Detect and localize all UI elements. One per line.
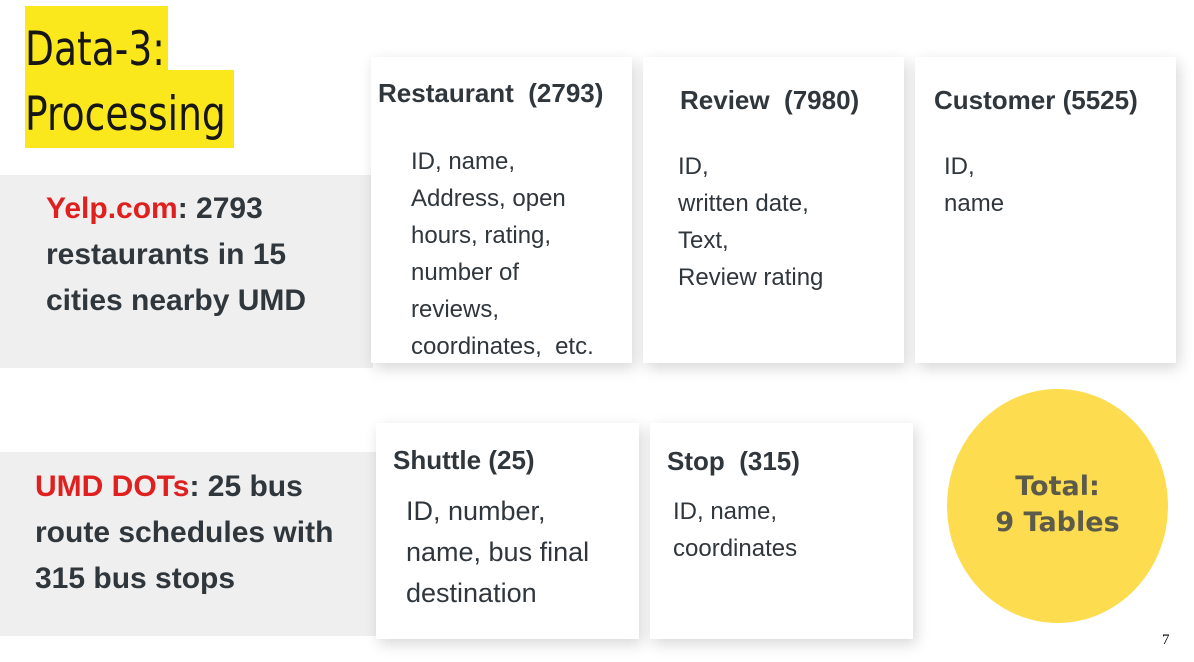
umd-dots-source-line: 315 bus stops	[35, 562, 236, 595]
slide-title-line-1: Data-3:	[25, 22, 165, 77]
field-line: ID,	[944, 153, 975, 180]
customer-table-title: Customer (5525)	[934, 85, 1138, 115]
total-label-line: Total:	[1015, 471, 1100, 502]
field-line: hours, rating,	[411, 222, 552, 249]
field-line: ID,	[678, 153, 709, 180]
yelp-source-line: : 2793	[177, 192, 263, 225]
stop-table-title: Stop (315)	[667, 446, 800, 476]
yelp-source-name: Yelp.com	[46, 192, 178, 225]
review-table-title: Review (7980)	[680, 85, 860, 115]
umd-dots-source-description: UMD DOTs: 25 bus route schedules with 31…	[35, 464, 333, 602]
field-line: coordinates, etc.	[411, 333, 594, 360]
shuttle-table-title: Shuttle (25)	[393, 445, 535, 475]
total-count-line: 9 Tables	[995, 507, 1120, 538]
field-line: destination	[406, 578, 537, 608]
field-line: Address, open	[411, 185, 566, 212]
field-line: reviews,	[411, 296, 500, 323]
field-line: number of	[411, 259, 520, 286]
yelp-source-line: restaurants in 15	[46, 238, 287, 271]
umd-dots-source-line: route schedules with	[35, 516, 334, 549]
slide-title-line-2: Processing	[25, 87, 226, 142]
yelp-source-description: Yelp.com: 2793 restaurants in 15 cities …	[46, 186, 306, 324]
field-line: name, bus final	[406, 537, 590, 567]
stop-table-fields: ID, name, coordinates	[673, 493, 797, 567]
field-line: Text,	[678, 227, 729, 254]
yelp-source-line: cities nearby UMD	[46, 284, 307, 317]
slide-number: 7	[1162, 632, 1170, 648]
total-tables-label: Total: 9 Tables	[947, 469, 1168, 541]
field-line: ID, name,	[673, 498, 778, 525]
field-line: Review rating	[678, 264, 824, 291]
restaurant-table-fields: ID, name, Address, open hours, rating, n…	[411, 143, 594, 365]
field-line: ID, name,	[411, 148, 516, 175]
umd-dots-source-line: : 25 bus	[189, 470, 303, 503]
field-line: ID, number,	[406, 496, 546, 526]
field-line: coordinates	[673, 535, 798, 562]
field-line: written date,	[678, 190, 809, 217]
review-table-fields: ID, written date, Text, Review rating	[678, 148, 823, 296]
shuttle-table-fields: ID, number, name, bus final destination	[406, 491, 589, 614]
umd-dots-source-name: UMD DOTs	[35, 470, 190, 503]
customer-table-fields: ID, name	[944, 148, 1004, 222]
restaurant-table-title: Restaurant (2793)	[378, 78, 604, 108]
field-line: name	[944, 190, 1005, 217]
